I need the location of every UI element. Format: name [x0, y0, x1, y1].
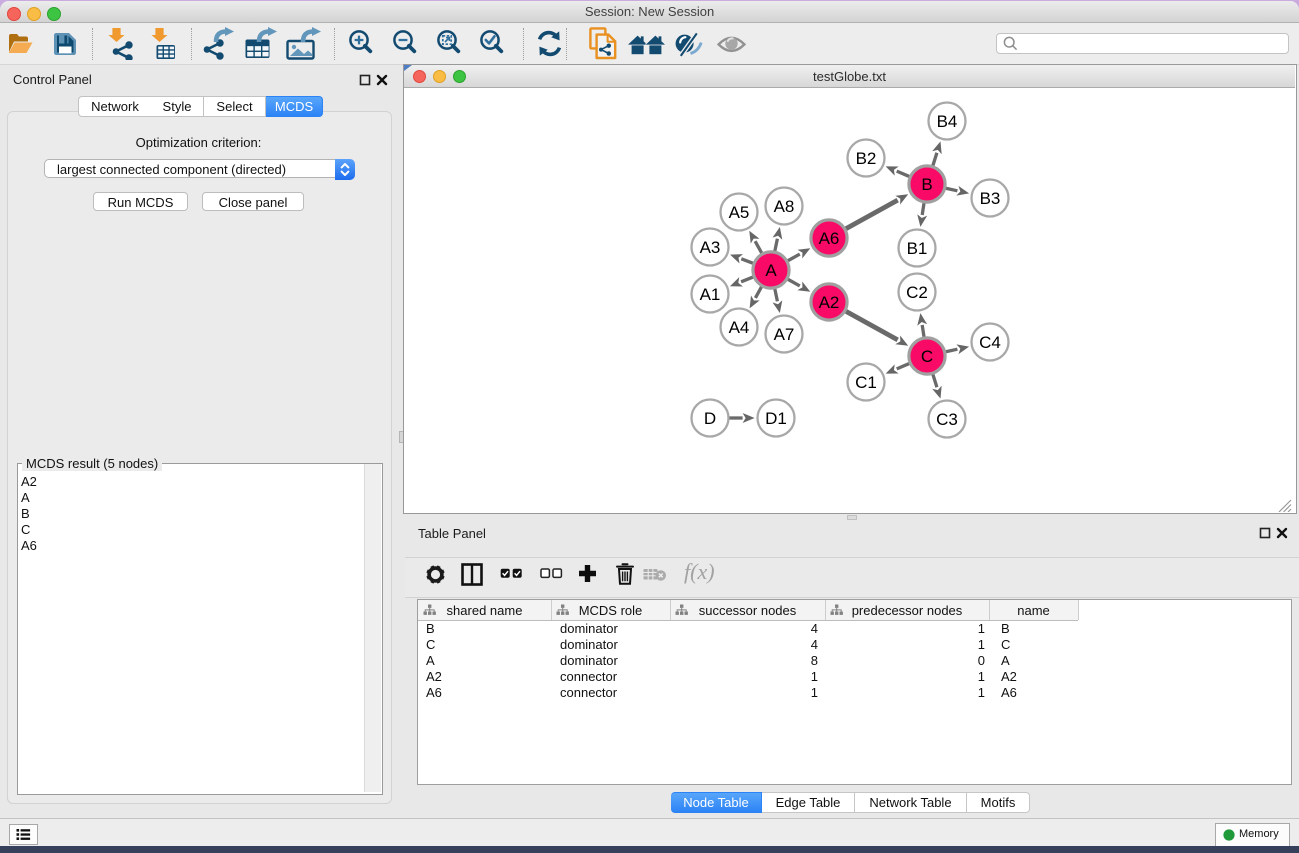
svg-text:A6: A6 — [819, 229, 840, 248]
svg-text:A5: A5 — [729, 203, 750, 222]
svg-text:A8: A8 — [774, 197, 795, 216]
svg-text:A4: A4 — [729, 318, 750, 337]
svg-text:B1: B1 — [907, 239, 928, 258]
svg-text:C2: C2 — [906, 283, 928, 302]
svg-text:A2: A2 — [819, 293, 840, 312]
svg-text:B3: B3 — [980, 189, 1001, 208]
svg-text:A7: A7 — [774, 325, 795, 344]
svg-text:A3: A3 — [700, 238, 721, 257]
svg-text:D: D — [704, 409, 716, 428]
svg-text:D1: D1 — [765, 409, 787, 428]
svg-text:A1: A1 — [700, 285, 721, 304]
svg-text:B2: B2 — [856, 149, 877, 168]
svg-text:C: C — [921, 347, 933, 366]
svg-text:C4: C4 — [979, 333, 1001, 352]
svg-text:C3: C3 — [936, 410, 958, 429]
svg-text:B4: B4 — [937, 112, 958, 131]
svg-text:B: B — [921, 175, 932, 194]
svg-text:A: A — [765, 261, 777, 280]
svg-text:C1: C1 — [855, 373, 877, 392]
